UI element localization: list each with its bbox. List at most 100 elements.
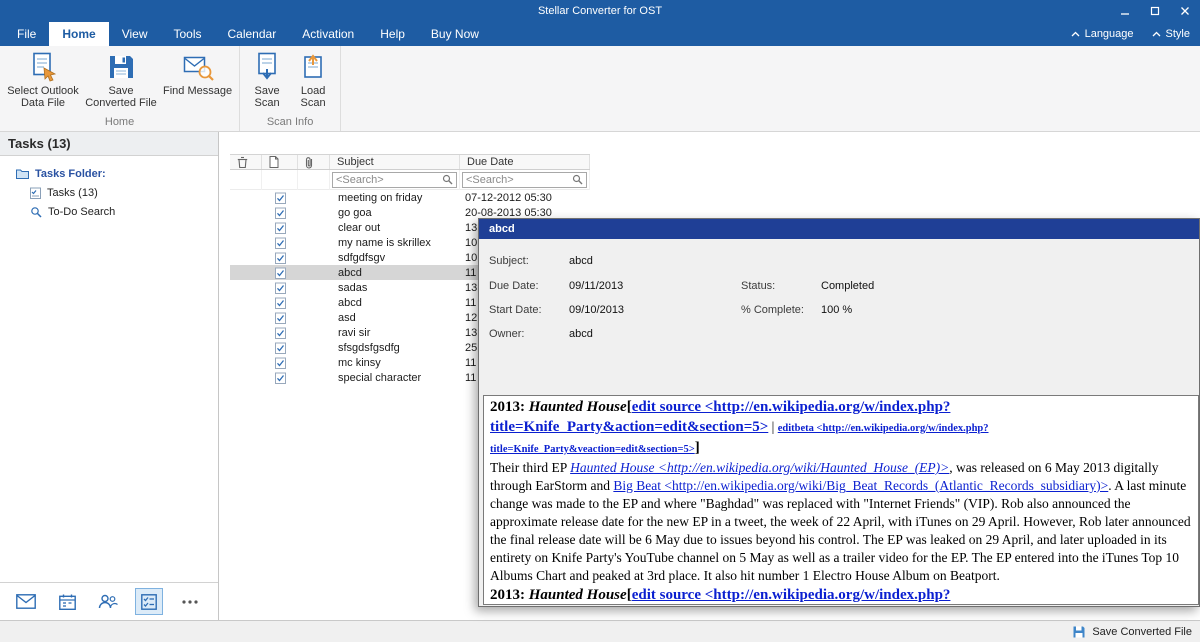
tab-home[interactable]: Home [49,22,108,46]
save-file-icon [1072,625,1086,639]
column-header-attachment[interactable] [298,155,330,169]
tab-view[interactable]: View [109,22,161,46]
popup-field-label: Start Date: [489,304,542,316]
ribbon-group-label: Scan Info [244,116,336,131]
body-link[interactable]: Haunted House <http://en.wikipedia.org/w… [570,460,949,475]
task-check-icon [275,222,286,234]
task-check-icon [275,282,286,294]
contacts-icon [98,594,118,609]
body-link[interactable]: edit source <http://en.wikipedia.org/w/i… [632,587,951,603]
table-header: Subject Due Date [230,154,590,170]
save-converted-file-icon [105,51,137,83]
dock-item-contacts[interactable] [94,588,122,615]
tab-tools[interactable]: Tools [160,22,214,46]
body-text: Their third EP [490,460,570,475]
task-check-icon [275,267,286,279]
popup-fields: Subject:abcdDue Date:09/11/2013Status:Co… [479,239,1199,395]
dock-item-tasks[interactable] [135,588,163,615]
search-placeholder: <Search> [336,174,384,186]
popup-field-value: Completed [821,280,874,292]
tree-item-label: To-Do Search [48,206,115,218]
dock-item-mail[interactable] [12,588,40,615]
chevron-up-icon [1071,31,1080,37]
save-converted-file-status[interactable]: Save Converted File [1072,621,1192,642]
tab-buy-now[interactable]: Buy Now [418,22,492,46]
ribbon-button-label: Load Scan [293,85,333,109]
menu-style[interactable]: Style [1152,28,1190,40]
task-subject: sfsgdsfgsdfg [330,340,460,355]
folder-tree: Tasks Folder: Tasks (13) To-Do Search [0,156,218,221]
task-subject: meeting on friday [330,190,460,205]
task-check-icon [275,207,286,219]
minimize-button[interactable] [1118,4,1132,18]
task-row[interactable]: meeting on friday07-12-2012 05:30 [230,190,590,205]
task-subject: sadas [330,280,460,295]
popup-field-label: Subject: [489,255,529,267]
menu-language[interactable]: Language [1071,28,1134,40]
tab-activation[interactable]: Activation [289,22,367,46]
sidebar: Tasks (13) Tasks Folder: Tasks (13) To-Do … [0,132,219,620]
body-text: 2013: [490,399,529,415]
column-header-document[interactable] [262,155,298,169]
popup-field-value: 09/10/2013 [569,304,624,316]
find-message-icon [182,51,214,83]
tree-item-label: Tasks (13) [47,187,98,199]
sidebar-item-tasks-13[interactable]: Tasks (13) [0,183,218,202]
body-text: Haunted House [529,587,627,603]
popup-field-value: 09/11/2013 [569,280,623,292]
ribbon-button-label: Find Message [163,85,232,97]
sidebar-item-to-do-search[interactable]: To-Do Search [0,202,218,221]
column-header-delete[interactable] [230,155,262,169]
column-header-subject[interactable]: Subject [330,155,460,169]
task-subject: mc kinsy [330,355,460,370]
task-subject: asd [330,310,460,325]
body-text: ] [695,440,700,456]
dock-item-calendar[interactable] [53,588,81,615]
ribbon-group-scan-info: Save ScanLoad Scan Scan Info [240,46,341,131]
popup-field-label: Status: [741,280,775,292]
select-outlook-data-file-icon [27,51,59,83]
table-search-row: <Search> <Search> [230,170,590,190]
dock-item-more[interactable] [176,588,204,615]
ribbon-button-save-scan[interactable]: Save Scan [244,48,290,109]
ribbon-button-save-converted-file[interactable]: Save Converted File [82,48,160,109]
statusbar-label: Save Converted File [1092,626,1192,638]
ribbon-button-find-message[interactable]: Find Message [160,48,235,97]
subject-search-input[interactable]: <Search> [332,172,457,188]
titlebar: Stellar Converter for OST [0,0,1200,22]
body-text: . A last minute change was made to the E… [490,478,1191,583]
body-link[interactable]: Big Beat <http://en.wikipedia.org/wiki/B… [613,478,1108,493]
popup-field-value: abcd [569,255,593,267]
attachment-column-icon [305,156,313,169]
ribbon-group-home: Select Outlook Data FileSave Converted F… [0,46,240,131]
menu-tabbar: FileHomeViewToolsCalendarActivationHelpB… [0,22,1200,46]
popup-field-value: abcd [569,328,593,340]
tab-file[interactable]: File [4,22,49,46]
task-subject: my name is skrillex [330,235,460,250]
tab-help[interactable]: Help [367,22,418,46]
popup-title: abcd [489,223,515,235]
close-button[interactable] [1178,4,1192,18]
column-header-due-date[interactable]: Due Date [460,155,590,169]
popup-field-label: % Complete: [741,304,804,316]
menu-label: Style [1166,28,1190,40]
body-text: 2013: [490,587,529,603]
ribbon-button-load-scan[interactable]: Load Scan [290,48,336,109]
sidebar-item-tasks-folder[interactable]: Tasks Folder: [0,164,218,183]
popup-field-label: Owner: [489,328,524,340]
column-header-label: Due Date [467,156,513,168]
ribbon-button-select-outlook-data-file[interactable]: Select Outlook Data File [4,48,82,109]
more-icon [182,600,198,604]
popup-titlebar[interactable]: abcd [479,219,1199,239]
due-date-search-input[interactable]: <Search> [462,172,587,188]
tab-calendar[interactable]: Calendar [215,22,290,46]
task-subject: abcd [330,295,460,310]
ribbon-tabs: FileHomeViewToolsCalendarActivationHelpB… [0,22,1200,46]
tasklist-icon [30,187,41,199]
popup-body-text[interactable]: 2013: Haunted House[edit source <http://… [483,395,1199,605]
task-check-icon [275,372,286,384]
chevron-up-icon [1152,31,1161,37]
search-placeholder: <Search> [466,174,514,186]
maximize-button[interactable] [1148,4,1162,18]
document-column-icon [269,156,279,168]
